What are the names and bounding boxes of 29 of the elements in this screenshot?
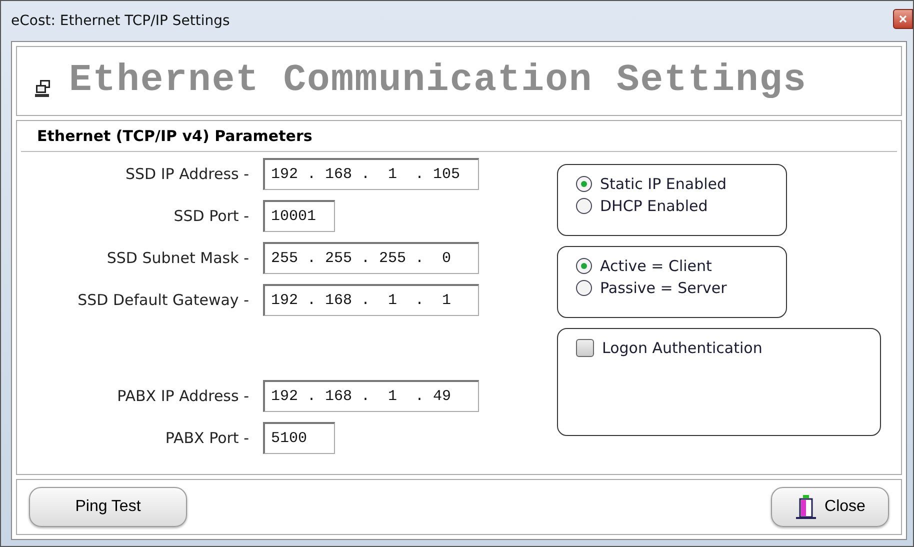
close-icon: [899, 15, 907, 23]
window-title: eCost: Ethernet TCP/IP Settings: [11, 13, 230, 29]
input-field[interactable]: 192 . 168 . 1 . 1: [263, 284, 479, 316]
input-field[interactable]: 5100: [263, 422, 335, 454]
field-label: PABX Port -: [165, 429, 249, 447]
close-button[interactable]: Close: [771, 487, 889, 527]
input-field[interactable]: 192 . 168 . 1 . 105: [263, 158, 479, 190]
field-label: SSD Default Gateway -: [78, 291, 249, 309]
radio-dot[interactable]: [576, 198, 592, 214]
close-button[interactable]: [893, 9, 913, 29]
field-label: SSD Subnet Mask -: [106, 249, 249, 267]
option-group: Static IP Enabled DHCP Enabled: [557, 164, 787, 236]
radio-dot[interactable]: [576, 176, 592, 192]
input-field[interactable]: 10001: [263, 200, 335, 232]
ping-test-button[interactable]: Ping Test: [29, 487, 187, 527]
door-icon: [794, 494, 817, 520]
page-heading: Ethernet Communication Settings: [69, 59, 807, 103]
radio-dot[interactable]: [576, 280, 592, 296]
section-title: Ethernet (TCP/IP v4) Parameters: [21, 121, 897, 152]
checkbox[interactable]: [576, 339, 594, 357]
option-group: Active = Client Passive = Server: [557, 246, 787, 318]
field-label: SSD Port -: [174, 207, 249, 225]
computer-icon: [35, 79, 53, 97]
field-label: SSD IP Address -: [125, 165, 249, 183]
field-label: PABX IP Address -: [117, 387, 249, 405]
input-field[interactable]: 255 . 255 . 255 . 0: [263, 242, 479, 274]
checkbox-label: Logon Authentication: [602, 339, 762, 357]
input-field[interactable]: 192 . 168 . 1 . 49: [263, 380, 479, 412]
radio-dot[interactable]: [576, 258, 592, 274]
